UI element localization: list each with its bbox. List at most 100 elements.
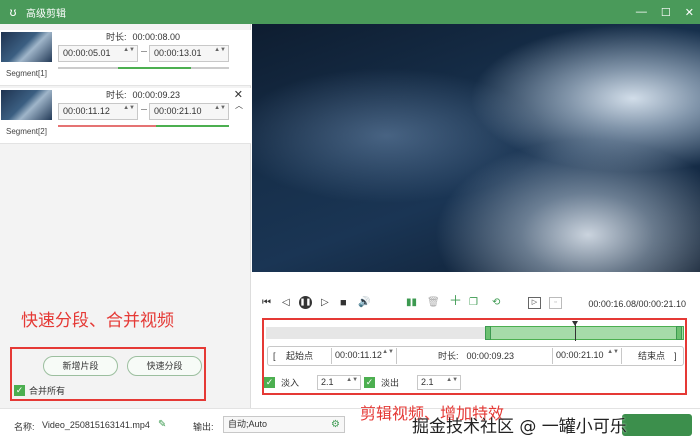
checkbox-checked-icon[interactable]: ✓ — [14, 385, 25, 396]
checkbox-checked-icon[interactable]: ✓ — [364, 376, 375, 388]
merge-all-label: 合并所有 — [29, 386, 66, 396]
segment-start-input[interactable]: 00:00:11.12 ▲▼ — [58, 103, 138, 120]
time-readout: 00:00:16.08/00:00:21.10 — [588, 299, 686, 309]
reset-icon[interactable]: ⟲ — [492, 297, 500, 309]
bracket-left-icon[interactable]: [ — [273, 350, 276, 362]
confirm-button[interactable] — [622, 414, 692, 436]
delete-icon[interactable]: 🗑 — [427, 297, 440, 309]
bracket-right-icon[interactable]: ] — [674, 350, 677, 362]
window-title: 高级剪辑 — [26, 8, 66, 20]
volume-icon[interactable]: 🔊 — [358, 297, 370, 309]
range-end-value: 00:00:21.10 — [556, 350, 604, 360]
add-icon[interactable]: ＋ — [449, 294, 462, 307]
minimize-icon[interactable]: — — [636, 6, 647, 18]
duration-value: 00:00:09.23 — [132, 90, 181, 100]
merge-all-row[interactable]: ✓ 合并所有 — [14, 384, 65, 397]
prev-frame-icon[interactable]: ◁ — [282, 297, 290, 309]
fade-in-value: 2.1 — [321, 376, 334, 387]
split-icon[interactable]: ▮▮ — [406, 297, 417, 309]
spin-icon[interactable]: ▲▼ — [123, 47, 135, 53]
segment-item[interactable]: Segment[2] 时长: 00:00:09.23 ✕ ︿ 00:00:11.1… — [0, 88, 251, 144]
segment-progress — [58, 67, 229, 69]
fade-out-label: 淡出 — [381, 377, 400, 388]
segment-item[interactable]: Segment[1] 时长: 00:00:08.00 00:00:05.01 ▲▼ … — [0, 30, 251, 86]
skip-start-icon[interactable]: ⏮ — [262, 297, 271, 309]
spin-icon[interactable]: ▲▼ — [446, 377, 458, 383]
segment-end-input[interactable]: 00:00:13.01 ▲▼ — [149, 45, 229, 62]
segment-duration: 时长: 00:00:09.23 — [106, 88, 180, 101]
range-start-value: 00:00:11.12 — [335, 350, 382, 360]
close-icon[interactable]: ✕ — [685, 6, 694, 19]
output-label: 输出: — [193, 422, 214, 432]
segment-progress-fill — [118, 67, 191, 69]
segment-progress — [58, 125, 229, 127]
spin-icon[interactable]: ▲▼ — [214, 47, 226, 53]
output-select[interactable]: 自动;Auto ⚙ — [223, 416, 345, 433]
playhead[interactable] — [572, 321, 578, 341]
segment-end-value: 00:00:21.10 — [154, 106, 202, 116]
fade-out-input[interactable]: 2.1 ▲▼ — [417, 374, 462, 390]
video-frame — [252, 24, 700, 272]
segment-end-input[interactable]: 00:00:21.10 ▲▼ — [149, 103, 229, 120]
gear-icon[interactable]: ⚙ — [331, 417, 340, 432]
mark-clip-icon[interactable]: ▫ — [549, 297, 562, 309]
annotation-left: 快速分段、合并视频 — [21, 311, 174, 331]
range-end-handle[interactable] — [676, 326, 682, 340]
spin-icon[interactable]: ▲▼ — [607, 349, 619, 355]
range-start-handle[interactable] — [485, 326, 491, 340]
range-dash — [141, 51, 147, 52]
mark-in-out-icon[interactable]: ▷ — [528, 297, 541, 309]
duration-value: 00:00:09.23 — [466, 351, 515, 361]
segment-start-input[interactable]: 00:00:05.01 ▲▼ — [58, 45, 138, 62]
name-label: 名称: — [14, 422, 35, 432]
spin-icon[interactable]: ▲▼ — [123, 105, 135, 111]
range-start-input[interactable]: 00:00:11.12 ▲▼ — [331, 348, 397, 364]
fade-in-input[interactable]: 2.1 ▲▼ — [317, 374, 362, 390]
quick-split-button[interactable]: 快速分段 — [127, 356, 202, 376]
fade-out-value: 2.1 — [421, 376, 434, 387]
file-name: Video_250815163141.mp4 — [42, 420, 150, 430]
app-logo-icon: ʊ — [9, 5, 17, 19]
spin-icon[interactable]: ▲▼ — [346, 377, 358, 383]
player-toolbar: ⏮ ◁ ❚❚ ▷ ■ 🔊 ▮▮ 🗑 ＋ ❐ ⟲ ▷ ▫ 00:00:16.08/… — [252, 290, 700, 318]
segment-thumbnail — [1, 90, 52, 120]
segment-start-value: 00:00:11.12 — [63, 106, 110, 116]
segment-progress-fill — [156, 125, 229, 127]
duration-label: 时长: — [438, 351, 459, 361]
spin-icon[interactable]: ▲▼ — [214, 105, 226, 111]
spin-icon[interactable]: ▲▼ — [382, 349, 394, 355]
fade-in-row: ✓ 淡入 2.1 ▲▼ — [264, 374, 362, 390]
duration-label: 时长: — [106, 32, 127, 42]
pause-icon[interactable]: ❚❚ — [299, 296, 312, 309]
edit-name-icon[interactable]: ✎ — [158, 419, 166, 430]
segment-thumbnail — [1, 32, 52, 62]
segment-start-value: 00:00:05.01 — [63, 48, 111, 58]
next-frame-icon[interactable]: ▷ — [321, 297, 329, 309]
segment-duration: 时长: 00:00:08.00 — [106, 30, 180, 43]
range-dash — [141, 109, 147, 110]
maximize-icon[interactable]: ☐ — [661, 6, 671, 19]
add-segment-button[interactable]: 新增片段 — [43, 356, 118, 376]
fade-in-label: 淡入 — [281, 377, 300, 388]
checkbox-checked-icon[interactable]: ✓ — [264, 376, 275, 388]
timeline-selected-range[interactable] — [487, 326, 684, 340]
range-end-input[interactable]: 00:00:21.10 ▲▼ — [552, 348, 622, 364]
copy-icon[interactable]: ❐ — [469, 297, 478, 309]
segment-label: Segment[1] — [6, 69, 47, 78]
stop-icon[interactable]: ■ — [340, 297, 347, 309]
watermark: 掘金技术社区 @ 一罐小可乐 — [412, 417, 627, 437]
range-duration: 时长: 00:00:09.23 — [438, 350, 514, 362]
video-preview[interactable] — [252, 24, 700, 272]
output-value: 自动;Auto — [228, 419, 268, 429]
window-controls: — ☐ ✕ — [636, 0, 694, 24]
duration-value: 00:00:08.00 — [132, 32, 181, 42]
range-controls: [ 起始点 00:00:11.12 ▲▼ 时长: 00:00:09.23 00:00… — [267, 346, 684, 366]
title-bar: ʊ 高级剪辑 — ☐ ✕ — [0, 0, 700, 24]
fade-out-row: ✓ 淡出 2.1 ▲▼ — [364, 374, 462, 390]
set-start-button[interactable]: 起始点 — [286, 350, 313, 362]
duration-label: 时长: — [106, 90, 127, 100]
collapse-icon[interactable]: ︿ — [235, 100, 243, 111]
set-end-button[interactable]: 结束点 — [638, 350, 665, 362]
segment-label: Segment[2] — [6, 127, 47, 136]
segment-end-value: 00:00:13.01 — [154, 48, 202, 58]
